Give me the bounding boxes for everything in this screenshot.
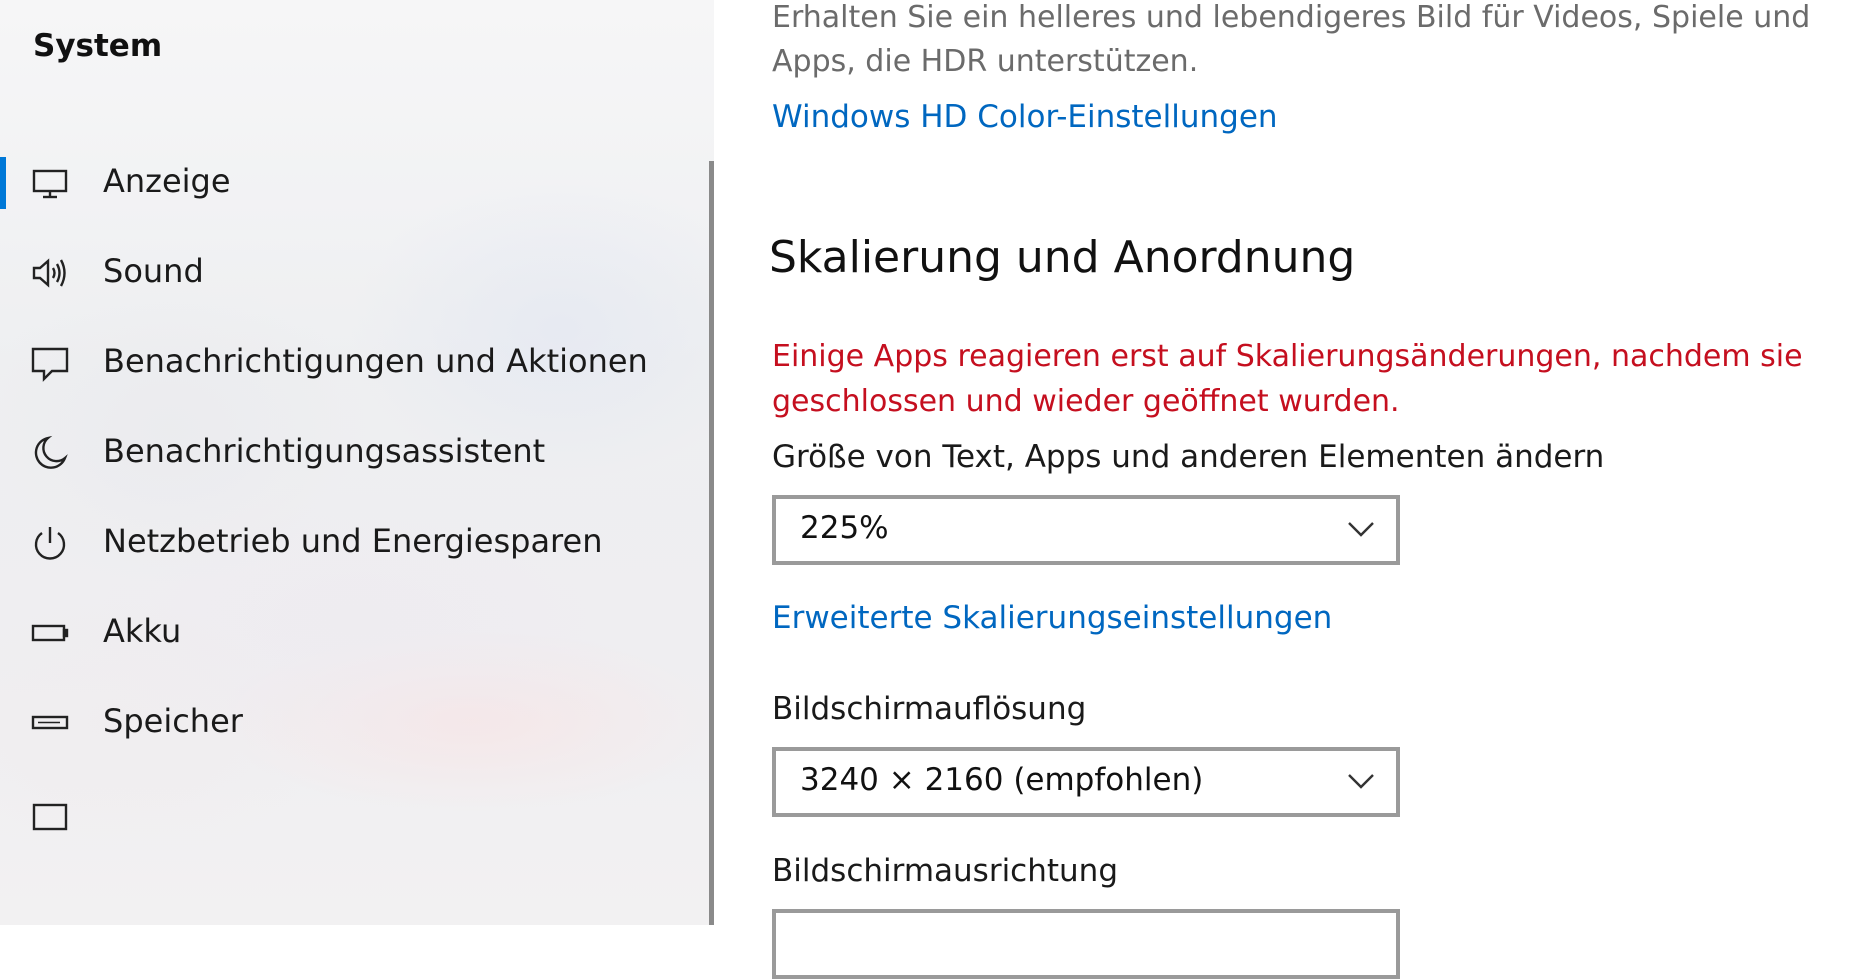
sidebar-item-akku[interactable]: Akku [0,587,700,677]
scaling-warning: Einige Apps reagieren erst auf Skalierun… [772,339,1803,419]
hd-color-settings-link[interactable]: Windows HD Color-Einstellungen [772,99,1278,135]
advanced-scaling-link[interactable]: Erweiterte Skalierungseinstellungen [772,600,1332,636]
sidebar-item-partial[interactable] [0,767,700,857]
resolution-dropdown[interactable]: 3240 × 2160 (empfohlen) [772,747,1400,817]
chevron-down-icon [1346,517,1376,541]
sidebar-item-label: Benachrichtigungen und Aktionen [103,342,648,380]
sidebar-item-label: Sound [103,252,204,290]
notification-icon [30,343,70,383]
sidebar-item-label: Akku [103,612,182,650]
sidebar-item-label: Netzbetrieb und Energiesparen [103,522,603,560]
battery-icon [30,613,70,653]
selected-indicator [0,157,6,209]
sidebar: System Anzeige Sound Benachrichtigungen … [0,0,714,925]
moon-icon [30,433,70,473]
scale-label: Größe von Text, Apps und anderen Element… [772,439,1605,475]
resolution-label: Bildschirmauflösung [772,691,1087,727]
scale-value: 225% [800,510,889,546]
hdr-description: Erhalten Sie ein helleres und lebendiger… [772,0,1811,79]
orientation-label: Bildschirmausrichtung [772,853,1118,889]
scale-dropdown[interactable]: 225% [772,495,1400,565]
sidebar-item-netzbetrieb[interactable]: Netzbetrieb und Energiesparen [0,497,700,587]
power-icon [30,523,70,563]
monitor-icon [30,163,70,203]
sidebar-item-benachrichtigungsassistent[interactable]: Benachrichtigungsassistent [0,407,700,497]
tablet-icon [30,793,70,833]
sidebar-title: System [33,28,163,64]
resolution-value: 3240 × 2160 (empfohlen) [800,762,1204,798]
sidebar-item-benachrichtigungen[interactable]: Benachrichtigungen und Aktionen [0,317,700,407]
sidebar-item-sound[interactable]: Sound [0,227,700,317]
sidebar-item-label: Speicher [103,702,243,740]
settings-content: Erhalten Sie ein helleres und lebendiger… [714,0,1876,979]
orientation-dropdown[interactable] [772,909,1400,979]
section-title: Skalierung und Anordnung [769,232,1356,283]
sidebar-item-label: Anzeige [103,162,231,200]
speaker-icon [30,253,70,293]
chevron-down-icon [1346,769,1376,793]
sidebar-item-speicher[interactable]: Speicher [0,677,700,767]
storage-icon [30,703,70,743]
sidebar-item-label: Benachrichtigungsassistent [103,432,546,470]
sidebar-item-anzeige[interactable]: Anzeige [0,137,700,227]
